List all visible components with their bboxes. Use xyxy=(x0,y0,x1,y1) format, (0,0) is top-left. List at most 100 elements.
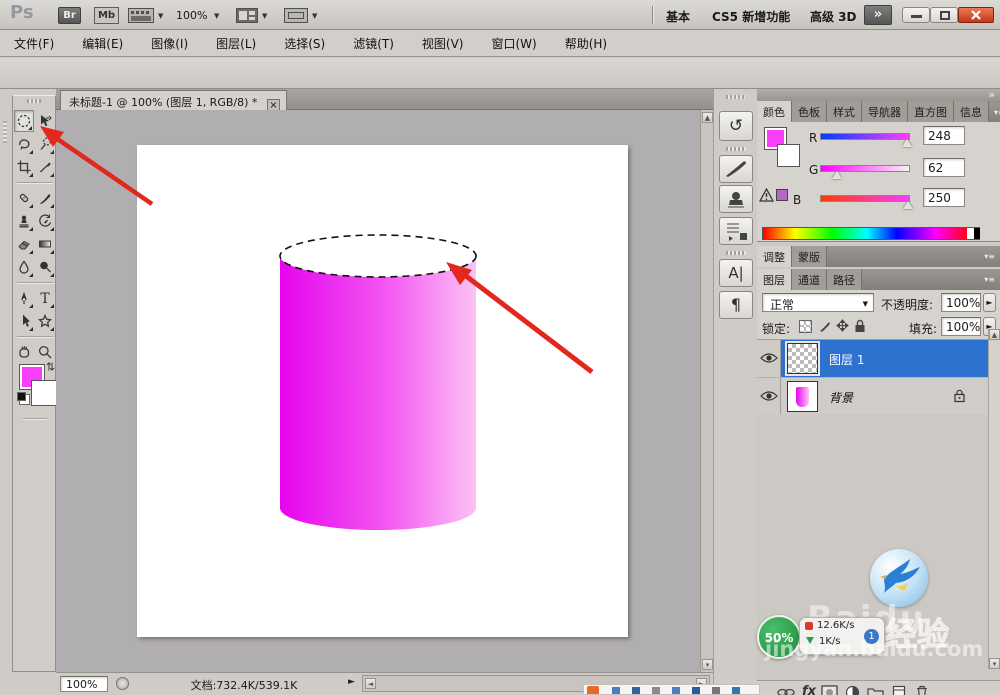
lock-pixels-icon[interactable] xyxy=(817,318,832,334)
type-tool[interactable]: T xyxy=(35,287,55,309)
blue-value-input[interactable]: 250 xyxy=(923,188,965,207)
taskbar-icon-2[interactable] xyxy=(632,687,640,694)
red-slider[interactable] xyxy=(820,133,910,140)
adjustment-layer-icon[interactable] xyxy=(845,685,860,695)
eye-icon[interactable] xyxy=(760,390,778,402)
menu-help[interactable]: 帮助(H) xyxy=(551,35,621,52)
blend-mode-dropdown[interactable]: 正常 ▼ xyxy=(762,293,874,312)
blur-tool[interactable] xyxy=(14,256,34,278)
tab-histogram[interactable]: 直方图 xyxy=(908,101,954,122)
brush-tool[interactable] xyxy=(35,187,55,209)
collapse-chevron-icon[interactable]: » xyxy=(988,88,995,101)
history-brush-tool[interactable] xyxy=(35,210,55,232)
workspace-overflow-button[interactable]: » xyxy=(864,5,892,25)
menu-select[interactable]: 选择(S) xyxy=(270,35,339,52)
character-panel-icon[interactable]: A| xyxy=(719,259,753,287)
tab-info[interactable]: 信息 xyxy=(954,101,989,122)
taskbar-icon-7[interactable] xyxy=(732,687,740,694)
status-flyout-icon[interactable]: ► xyxy=(348,677,355,687)
film-strip-dropdown-icon[interactable]: ▼ xyxy=(158,12,163,20)
layers-scroll-up-icon[interactable]: ▲ xyxy=(989,329,1000,340)
workspace-cs5-new[interactable]: CS5 新增功能 xyxy=(712,8,790,25)
tab-color[interactable]: 颜色 xyxy=(757,101,792,122)
default-colors-icon[interactable] xyxy=(17,392,26,401)
scroll-up-icon[interactable]: ▲ xyxy=(702,112,713,123)
workspace-basic[interactable]: 基本 xyxy=(666,8,690,25)
eraser-tool[interactable] xyxy=(14,233,34,255)
tab-layers[interactable]: 图层 xyxy=(757,269,792,290)
menu-file[interactable]: 文件(F) xyxy=(0,35,68,52)
lock-position-icon[interactable] xyxy=(835,318,850,334)
link-layers-icon[interactable] xyxy=(777,687,795,695)
actions-panel-icon[interactable] xyxy=(719,217,753,245)
layers-scrollbar[interactable]: ▲ ▾ xyxy=(988,329,1000,669)
color-spectrum-ramp[interactable] xyxy=(762,227,980,240)
paragraph-panel-icon[interactable]: ¶ xyxy=(719,291,753,319)
lasso-tool[interactable] xyxy=(14,133,34,155)
red-value-input[interactable]: 248 xyxy=(923,126,965,145)
spectrum-white-swatch[interactable] xyxy=(967,228,974,239)
crop-tool[interactable] xyxy=(14,156,34,178)
menu-filter[interactable]: 滤镜(T) xyxy=(339,35,408,52)
layer1-name[interactable]: 图层 1 xyxy=(829,351,864,368)
scroll-left-icon[interactable]: ◄ xyxy=(365,678,376,689)
elliptical-marquee-tool[interactable] xyxy=(14,110,34,132)
custom-shape-tool[interactable] xyxy=(35,310,55,332)
layer-row-1[interactable]: 图层 1 xyxy=(757,340,1000,377)
layer1-thumbnail[interactable] xyxy=(787,343,818,374)
spectrum-black-swatch[interactable] xyxy=(974,228,980,239)
eye-icon[interactable] xyxy=(760,352,778,364)
layer2-name[interactable]: 背景 xyxy=(829,389,853,406)
hand-tool[interactable] xyxy=(14,341,34,363)
menu-layer[interactable]: 图层(L) xyxy=(202,35,270,52)
blue-slider[interactable] xyxy=(820,195,910,202)
blue-slider-thumb[interactable] xyxy=(903,201,913,209)
tab-channels[interactable]: 通道 xyxy=(792,269,827,290)
layers-panel-menu-icon[interactable]: ▾≡ xyxy=(979,275,1000,284)
lock-transparency-icon[interactable] xyxy=(799,320,812,333)
screen-mode-icon[interactable] xyxy=(284,8,308,23)
document-viewport[interactable] xyxy=(56,110,700,672)
layer2-visibility-cell[interactable] xyxy=(757,378,781,415)
tab-styles[interactable]: 样式 xyxy=(827,101,862,122)
arrange-dropdown-icon[interactable]: ▼ xyxy=(262,12,267,20)
pen-tool[interactable] xyxy=(14,287,34,309)
screen-mode-dropdown-icon[interactable]: ▼ xyxy=(312,12,317,20)
taskbar-peek[interactable] xyxy=(583,684,760,695)
tab-adjustments[interactable]: 调整 xyxy=(757,246,792,267)
canvas-vertical-scrollbar[interactable]: ▲ ▾ xyxy=(700,110,713,672)
restore-button[interactable] xyxy=(930,7,958,23)
healing-brush-tool[interactable] xyxy=(14,187,34,209)
taskbar-icon-6[interactable] xyxy=(712,687,720,694)
zoom-dropdown-icon[interactable]: ▼ xyxy=(214,12,219,20)
add-mask-icon[interactable] xyxy=(821,685,838,695)
arrange-documents-icon[interactable] xyxy=(236,8,258,23)
color-panel-menu-icon[interactable]: ▾≡ xyxy=(989,108,1000,117)
document-tab[interactable]: 未标题-1 @ 100% (图层 1, RGB/8) * × xyxy=(60,90,287,112)
tab-navigator[interactable]: 导航器 xyxy=(862,101,908,122)
taskbar-icon-3[interactable] xyxy=(652,687,660,694)
background-color-swatch[interactable] xyxy=(31,380,57,406)
close-button[interactable] xyxy=(958,7,994,23)
move-tool[interactable] xyxy=(35,110,55,132)
layer2-thumbnail[interactable] xyxy=(787,381,818,412)
clone-source-panel-icon[interactable] xyxy=(719,185,753,213)
zoom-level-control[interactable]: 100% xyxy=(176,9,207,22)
panel-background-swatch[interactable] xyxy=(777,144,800,167)
bridge-button[interactable]: Br xyxy=(58,7,81,24)
tab-paths[interactable]: 路径 xyxy=(827,269,862,290)
layer1-visibility-cell[interactable] xyxy=(757,340,781,377)
brush-panel-icon[interactable] xyxy=(719,155,753,183)
gamut-swatch[interactable] xyxy=(776,189,788,201)
menu-image[interactable]: 图像(I) xyxy=(137,35,202,52)
workspace-advanced-3d[interactable]: 高级 3D xyxy=(810,8,857,25)
tab-swatches[interactable]: 色板 xyxy=(792,101,827,122)
layer-row-2[interactable]: 背景 xyxy=(757,377,1000,415)
layer-style-icon[interactable]: fx xyxy=(802,684,816,695)
zoom-tool[interactable] xyxy=(35,341,55,363)
menu-window[interactable]: 窗口(W) xyxy=(477,35,550,52)
adjustments-panel-menu-icon[interactable]: ▾≡ xyxy=(979,252,1000,261)
delete-layer-icon[interactable] xyxy=(915,684,929,695)
taskbar-icon-1[interactable] xyxy=(612,687,620,694)
history-panel-icon[interactable]: ↺ xyxy=(719,111,753,141)
